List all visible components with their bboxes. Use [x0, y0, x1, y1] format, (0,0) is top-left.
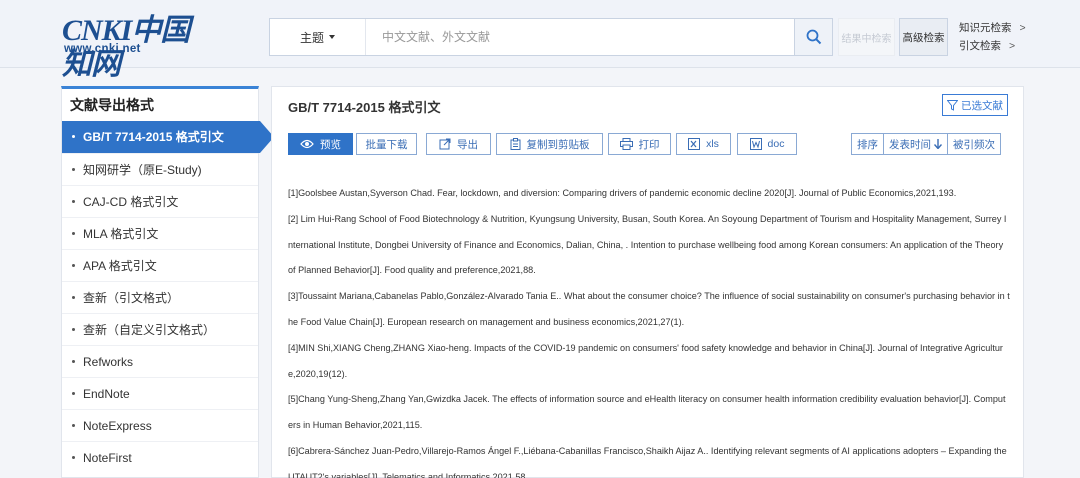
sidebar-item-novelty-custom[interactable]: 查新（自定义引文格式）	[62, 313, 258, 345]
excel-icon	[688, 138, 701, 150]
reference-item: [2] Lim Hui-Rang School of Food Biotechn…	[288, 213, 1007, 276]
bullet-icon	[72, 200, 75, 203]
export-format-sidebar: 文献导出格式 GB/T 7714-2015 格式引文 知网研学（原E-Study…	[61, 86, 274, 478]
sidebar-item-novelty-citation[interactable]: 查新（引文格式）	[62, 281, 258, 313]
batch-download-button[interactable]: 批量下载	[356, 133, 417, 155]
advanced-search-button[interactable]: 高级检索	[899, 18, 948, 56]
bullet-icon	[72, 360, 75, 363]
copy-to-clipboard-button[interactable]: 复制到剪贴板	[496, 133, 603, 155]
search-input[interactable]	[366, 19, 794, 55]
bullet-icon	[72, 456, 75, 459]
arrow-down-icon	[934, 139, 942, 149]
search-type-label: 主题	[299, 30, 324, 45]
bullet-icon	[72, 135, 75, 138]
sort-by-cited-count[interactable]: 被引频次	[947, 133, 1001, 155]
eye-icon	[300, 139, 314, 149]
sidebar-item-apa[interactable]: APA 格式引文	[62, 249, 258, 281]
sort-group: 排序 发表时间 被引频次	[851, 133, 1001, 155]
preview-button[interactable]: 预览	[288, 133, 353, 155]
bullet-icon	[72, 296, 75, 299]
knowledge-search-link[interactable]: 知识元检索 >	[959, 19, 1026, 37]
reference-item: [3]Toussaint Mariana,Cabanelas Pablo,Gon…	[288, 291, 1010, 327]
word-icon	[749, 138, 762, 150]
print-button[interactable]: 打印	[608, 133, 671, 155]
bullet-icon	[72, 328, 75, 331]
bullet-icon	[72, 424, 75, 427]
sidebar-item-gbt7714[interactable]: GB/T 7714-2015 格式引文	[62, 121, 274, 153]
sidebar-item-notefirst[interactable]: NoteFirst	[62, 441, 258, 473]
cnki-logo[interactable]: CNKI中国知网 www.cnki.net	[62, 14, 212, 81]
reference-item: [6]Cabrera-Sánchez Juan-Pedro,Villarejo-…	[288, 445, 1007, 478]
sidebar-item-noteexpress[interactable]: NoteExpress	[62, 409, 258, 441]
search-type-select[interactable]: 主题	[270, 19, 366, 55]
sort-label: 排序	[851, 133, 884, 155]
filter-icon	[947, 99, 958, 111]
selected-docs-button[interactable]: 已选文献	[942, 94, 1008, 116]
sidebar-item-mla[interactable]: MLA 格式引文	[62, 217, 258, 249]
sidebar-item-estudy[interactable]: 知网研学（原E-Study)	[62, 153, 258, 185]
sidebar-item-refworks[interactable]: Refworks	[62, 345, 258, 377]
search-button[interactable]	[794, 19, 832, 55]
export-button[interactable]: 导出	[426, 133, 491, 155]
clipboard-icon	[510, 138, 520, 150]
bullet-icon	[72, 168, 75, 171]
sidebar-item-endnote[interactable]: EndNote	[62, 377, 258, 409]
sort-by-publish-time[interactable]: 发表时间	[883, 133, 948, 155]
reference-item: [1]Goolsbee Austan,Syverson Chad. Fear, …	[288, 188, 957, 198]
reference-list: [1]Goolsbee Austan,Syverson Chad. Fear, …	[288, 181, 1010, 478]
reference-item: [4]MIN Shi,XIANG Cheng,ZHANG Xiao-heng. …	[288, 342, 1003, 379]
doc-export-button[interactable]: doc	[737, 133, 797, 155]
sidebar-title: 文献导出格式	[70, 97, 154, 113]
printer-icon	[619, 138, 633, 150]
reference-item: [5]Chang Yung-Sheng,Zhang Yan,Gwizdka Ja…	[288, 394, 1006, 431]
xls-export-button[interactable]: xls	[676, 133, 731, 155]
caret-down-icon	[329, 35, 335, 39]
header-side-links: 知识元检索 > 引文检索 >	[959, 19, 1026, 55]
search-box: 主题	[269, 18, 833, 56]
citation-panel: GB/T 7714-2015 格式引文 已选文献 预览 批量下载 导出 复制到剪…	[271, 86, 1024, 478]
chevron-right-icon: >	[1009, 40, 1016, 52]
sidebar-item-cajcd[interactable]: CAJ-CD 格式引文	[62, 185, 258, 217]
logo-url: www.cnki.net	[64, 43, 141, 55]
top-header: CNKI中国知网 www.cnki.net 主题 结果中检索 高级检索 知识元检…	[0, 0, 1080, 81]
bullet-icon	[72, 232, 75, 235]
search-in-results-button[interactable]: 结果中检索	[838, 18, 895, 56]
bullet-icon	[72, 392, 75, 395]
bullet-icon	[72, 264, 75, 267]
search-icon	[806, 29, 821, 45]
citation-search-link[interactable]: 引文检索 >	[959, 37, 1026, 55]
export-icon	[439, 138, 451, 150]
page-title: GB/T 7714-2015 格式引文	[288, 100, 441, 115]
chevron-right-icon: >	[1019, 22, 1026, 34]
